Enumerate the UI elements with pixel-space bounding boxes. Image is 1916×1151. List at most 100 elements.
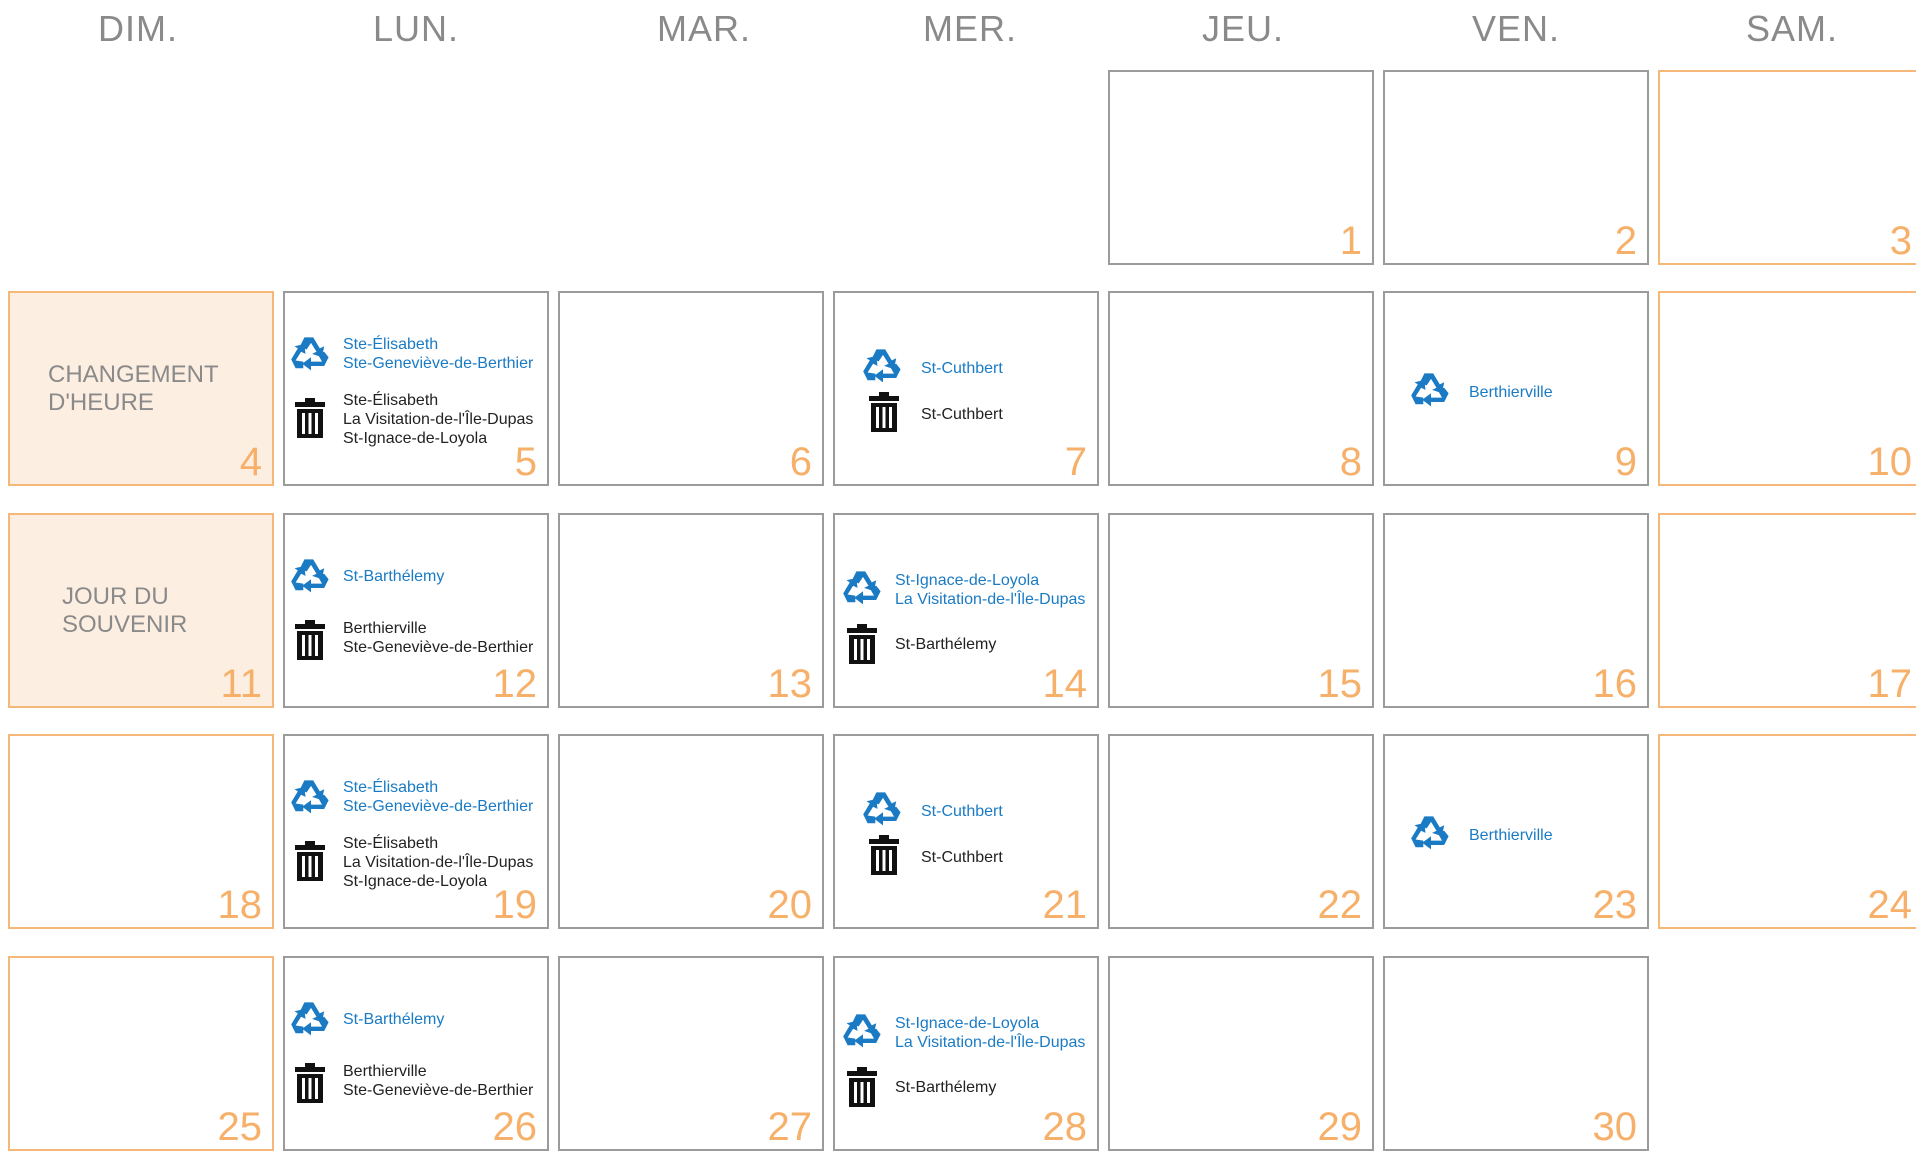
day-number: 29 [1317,1105,1363,1149]
trash-icon [293,840,327,882]
holiday-label-line: D'HEURE [48,389,154,416]
day-number: 7 [1064,440,1087,484]
recycle-icon [861,788,905,832]
recycling-locations: St-Cuthbert [921,359,1003,378]
day-number: 6 [789,440,812,484]
recycling-location: St-Ignace-de-Loyola [895,572,1040,589]
recycling-locations: Berthierville [1469,826,1553,845]
recycling-location: Berthierville [1469,827,1553,844]
calendar-day-cell[interactable]: 16 [1383,513,1649,708]
day-number: 16 [1592,662,1638,706]
garbage-location: La Visitation-de-l'Île-Dupas [343,854,534,871]
day-number: 21 [1042,883,1088,927]
recycling-locations: St-Ignace-de-Loyola La Visitation-de-l'Îl… [895,571,1085,609]
garbage-locations: St-Cuthbert [921,405,1003,424]
calendar-day-cell[interactable]: 6 [558,291,824,486]
day-number: 15 [1317,662,1363,706]
garbage-location: Ste-Élisabeth [343,835,439,852]
day-number: 12 [492,662,538,706]
garbage-location: St-Ignace-de-Loyola [343,430,488,447]
day-number: 18 [217,883,263,927]
garbage-location: St-Cuthbert [921,406,1003,423]
trash-icon [293,619,327,661]
recycle-icon [1409,812,1453,856]
day-number: 8 [1339,440,1362,484]
day-number: 9 [1614,440,1637,484]
calendar-day-cell[interactable]: Ste-Élisabeth Ste-Geneviève-de-Berthier St… [283,291,549,486]
calendar-day-cell[interactable]: 13 [558,513,824,708]
recycle-icon [1409,369,1453,413]
recycling-location: Ste-Geneviève-de-Berthier [343,798,534,815]
trash-icon [293,397,327,439]
calendar-day-cell[interactable]: JOUR DU SOUVENIR 11 [8,513,274,708]
calendar-day-cell[interactable]: 18 [8,734,274,929]
recycling-locations: St-Barthélemy [343,1010,444,1029]
trash-icon [845,1066,879,1108]
calendar-day-cell[interactable]: 20 [558,734,824,929]
recycling-location: La Visitation-de-l'Île-Dupas [895,1034,1086,1051]
garbage-locations: St-Barthélemy [895,635,996,654]
calendar-day-cell[interactable]: 24 [1658,734,1916,929]
calendar-day-cell[interactable]: St-Ignace-de-Loyola La Visitation-de-l'Îl… [833,513,1099,708]
recycle-icon [289,776,333,820]
calendar-day-cell[interactable]: 22 [1108,734,1374,929]
calendar-day-cell[interactable]: 3 [1658,70,1916,265]
calendar-day-cell[interactable]: St-Barthélemy Berthierville Ste-Geneviève-… [283,513,549,708]
day-number: 10 [1867,440,1913,484]
calendar-day-cell[interactable]: St-Cuthbert St-Cuthbert 21 [833,734,1099,929]
calendar-day-cell[interactable]: 30 [1383,956,1649,1151]
day-header-thu: JEU. [1201,8,1284,49]
day-number: 25 [217,1105,263,1149]
recycling-locations: Ste-Élisabeth Ste-Geneviève-de-Berthier [343,778,533,816]
calendar-day-cell[interactable]: 1 [1108,70,1374,265]
garbage-location: Ste-Geneviève-de-Berthier [343,1082,534,1099]
recycling-location: St-Barthélemy [343,1011,445,1028]
calendar-day-cell[interactable]: 10 [1658,291,1916,486]
day-number: 20 [767,883,813,927]
day-header-wed: MER. [923,8,1017,49]
holiday-label: JOUR DU SOUVENIR [62,583,187,639]
day-number: 5 [514,440,537,484]
recycle-icon [841,1010,885,1054]
day-number: 2 [1614,219,1637,263]
recycling-locations: Berthierville [1469,383,1553,402]
day-header-sun: DIM. [98,8,178,49]
calendar-day-cell[interactable]: 27 [558,956,824,1151]
holiday-label: CHANGEMENT D'HEURE [48,361,219,417]
calendar-day-cell[interactable]: 8 [1108,291,1374,486]
calendar-day-cell[interactable]: St-Cuthbert St-Cuthbert 7 [833,291,1099,486]
calendar-day-cell[interactable]: 15 [1108,513,1374,708]
garbage-location: Ste-Geneviève-de-Berthier [343,639,534,656]
day-number: 11 [220,662,262,706]
garbage-location: St-Barthélemy [895,1079,997,1096]
recycle-icon [289,333,333,377]
day-number: 17 [1867,662,1913,706]
day-number: 27 [767,1105,813,1149]
recycling-locations: St-Cuthbert [921,802,1003,821]
recycle-icon [289,998,333,1042]
day-number: 1 [1339,219,1362,263]
calendar-day-cell[interactable]: St-Ignace-de-Loyola La Visitation-de-l'Îl… [833,956,1099,1151]
calendar-day-cell[interactable]: 17 [1658,513,1916,708]
garbage-location: La Visitation-de-l'Île-Dupas [343,411,534,428]
calendar-day-cell[interactable]: Berthierville 9 [1383,291,1649,486]
garbage-location: Ste-Élisabeth [343,392,439,409]
calendar-day-cell[interactable]: Berthierville 23 [1383,734,1649,929]
calendar-day-cell[interactable]: 29 [1108,956,1374,1151]
calendar-day-cell[interactable]: 25 [8,956,274,1151]
garbage-locations: Berthierville Ste-Geneviève-de-Berthier [343,619,533,657]
trash-icon [293,1062,327,1104]
recycling-location: Ste-Élisabeth [343,779,439,796]
recycle-icon [861,345,905,389]
calendar-day-cell[interactable]: St-Barthélemy Berthierville Ste-Geneviève-… [283,956,549,1151]
calendar-day-cell[interactable]: Ste-Élisabeth Ste-Geneviève-de-Berthier St… [283,734,549,929]
holiday-label-line: CHANGEMENT [48,361,219,388]
day-number: 23 [1592,883,1638,927]
garbage-locations: Ste-Élisabeth La Visitation-de-l'Île-Dupa… [343,391,533,448]
day-number: 24 [1867,883,1913,927]
calendar-day-cell[interactable]: CHANGEMENT D'HEURE 4 [8,291,274,486]
calendar-day-cell[interactable]: 2 [1383,70,1649,265]
day-header-tue: MAR. [657,8,751,49]
day-number: 26 [492,1105,538,1149]
day-number: 13 [767,662,813,706]
